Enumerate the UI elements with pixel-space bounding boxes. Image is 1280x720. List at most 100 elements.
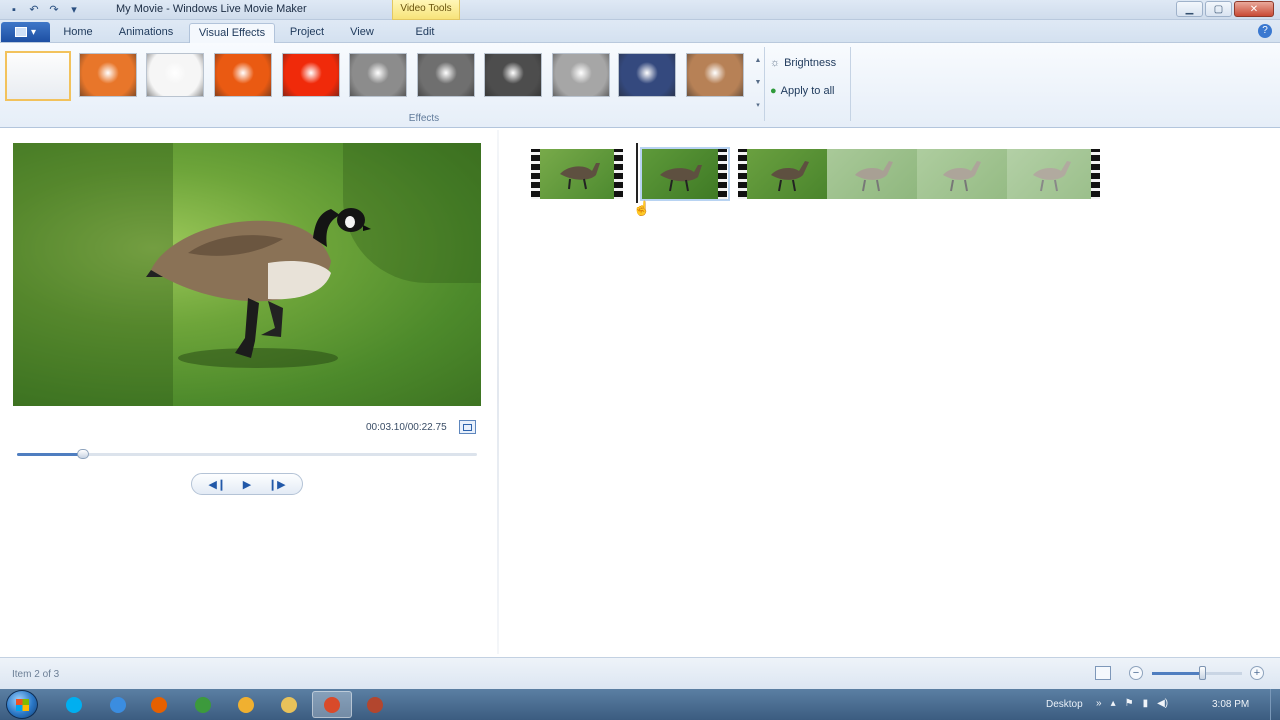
clock[interactable]: 3:08 PM (1212, 699, 1249, 710)
taskbar-item[interactable] (54, 691, 94, 718)
help-icon[interactable]: ? (1258, 24, 1272, 38)
save-icon[interactable]: ▪ (6, 2, 22, 17)
maximize-button[interactable]: ▢ (1205, 1, 1232, 17)
zoom-in-icon[interactable]: + (1250, 666, 1264, 680)
clip-frame (917, 149, 1007, 199)
network-icon[interactable]: ▮ (1143, 698, 1149, 709)
apply-to-all-button[interactable]: ● Apply to all (770, 85, 834, 97)
film-edge (718, 149, 727, 199)
goose-thumbnail (560, 163, 600, 190)
internet-explorer-icon (110, 696, 126, 713)
effect-thumbnail[interactable] (552, 53, 610, 97)
skype-icon (66, 696, 82, 713)
playback-controls: ◀❙ ▶ ❙▶ (191, 473, 303, 495)
customize-toolbar-icon[interactable]: ▾ (66, 2, 82, 17)
storyboard-clip-1[interactable] (531, 149, 623, 199)
ribbon: ▲ ▼ ▾ Effects ☼ Brightness ● Apply to al… (0, 43, 1280, 128)
ribbon-separator (850, 47, 851, 121)
goose-thumbnail (943, 161, 981, 192)
apply-to-all-icon: ● (770, 85, 777, 97)
zoom-out-icon[interactable]: − (1129, 666, 1143, 680)
video-preview[interactable] (13, 143, 481, 406)
effect-thumbnail[interactable] (618, 53, 676, 97)
effect-thumbnail[interactable] (686, 53, 744, 97)
effect-thumbnail[interactable] (5, 51, 71, 101)
taskbar-item[interactable] (355, 691, 395, 718)
taskbar-item[interactable] (269, 691, 309, 718)
chrome-icon (195, 696, 211, 713)
ribbon-tabs: ▾ Home Animations Visual Effects Project… (0, 20, 1280, 43)
effect-thumbnail[interactable] (349, 53, 407, 97)
hand-cursor-icon: ☝ (633, 200, 651, 216)
tab-project[interactable]: Project (282, 23, 332, 43)
tab-view[interactable]: View (341, 23, 383, 43)
ribbon-separator (764, 47, 765, 121)
quick-access-toolbar: ▪ ↶ ↷ ▾ (6, 2, 82, 17)
gallery-more-icon[interactable]: ▾ (756, 101, 760, 109)
fullscreen-preview-icon[interactable] (459, 420, 476, 434)
volume-icon[interactable]: ◀) (1157, 698, 1168, 709)
film-edge (738, 149, 747, 199)
next-frame-icon[interactable]: ❙▶ (268, 478, 286, 491)
storyboard-clip-2[interactable] (640, 147, 730, 201)
gallery-up-icon[interactable]: ▲ (755, 57, 762, 64)
playback-indicator[interactable] (636, 143, 638, 203)
taskbar-item[interactable] (139, 691, 179, 718)
effect-thumbnail[interactable] (214, 53, 272, 97)
powerpoint-icon (367, 696, 383, 713)
film-edge (1091, 149, 1100, 199)
movie-maker-icon (324, 696, 340, 713)
effect-thumbnail[interactable] (79, 53, 137, 97)
tab-visual-effects[interactable]: Visual Effects (189, 23, 275, 43)
firefox-icon (151, 696, 167, 713)
goose-thumbnail (855, 161, 893, 192)
taskbar-item[interactable] (226, 691, 266, 718)
effect-thumbnail[interactable] (417, 53, 475, 97)
thumbnail-size-icon[interactable] (1095, 666, 1111, 680)
timecode: 00:03.10/00:22.75 (366, 422, 447, 433)
effect-thumbnail[interactable] (282, 53, 340, 97)
apply-to-all-label: Apply to all (780, 85, 835, 97)
zoom-thumb[interactable] (1198, 666, 1206, 680)
gallery-down-icon[interactable]: ▼ (755, 79, 762, 86)
seek-thumb[interactable] (76, 449, 89, 459)
zoom-slider[interactable] (1152, 666, 1242, 680)
tab-home[interactable]: Home (56, 23, 100, 43)
show-hidden-icons-icon[interactable]: ▴ (1111, 698, 1116, 709)
app-menu-icon (14, 27, 27, 37)
undo-icon[interactable]: ↶ (26, 2, 42, 17)
taskbar-item[interactable] (98, 691, 138, 718)
show-desktop-button[interactable] (1270, 689, 1280, 720)
window-title: My Movie - Windows Live Movie Maker (116, 3, 307, 15)
close-button[interactable]: ✕ (1234, 1, 1274, 17)
expand-toolbar-icon[interactable]: » (1096, 698, 1102, 709)
goose-thumbnail (771, 161, 809, 192)
desktop-toolbar-label[interactable]: Desktop (1046, 699, 1083, 710)
effect-thumbnail[interactable] (146, 53, 204, 97)
seek-slider[interactable] (17, 449, 477, 459)
effect-thumbnail[interactable] (484, 53, 542, 97)
sun-icon: ☼ (770, 57, 781, 69)
redo-icon[interactable]: ↷ (46, 2, 62, 17)
minimize-button[interactable]: ▁ (1176, 1, 1203, 17)
tab-edit[interactable]: Edit (404, 23, 446, 43)
brightness-label: Brightness (784, 57, 837, 69)
gallery-scroll[interactable]: ▲ ▼ ▾ (752, 57, 764, 109)
taskbar-item[interactable] (312, 691, 352, 718)
clip-frame (642, 149, 718, 199)
pane-splitter[interactable] (497, 130, 499, 654)
play-icon[interactable]: ▶ (243, 478, 251, 491)
start-button[interactable] (6, 690, 38, 719)
effects-gallery: ▲ ▼ ▾ (3, 49, 763, 109)
action-center-icon[interactable]: ⚑ (1125, 698, 1134, 709)
tab-animations[interactable]: Animations (110, 23, 182, 43)
taskbar-item[interactable] (183, 691, 223, 718)
clip-frame (827, 149, 917, 199)
storyboard-clip-3[interactable] (738, 149, 1100, 199)
goose-thumbnail (660, 165, 702, 192)
application-menu-button[interactable]: ▾ (1, 22, 50, 42)
clip-frame (1007, 149, 1091, 199)
chevron-down-icon: ▾ (30, 26, 37, 38)
brightness-button[interactable]: ☼ Brightness (770, 57, 836, 69)
previous-frame-icon[interactable]: ◀❙ (208, 478, 226, 491)
